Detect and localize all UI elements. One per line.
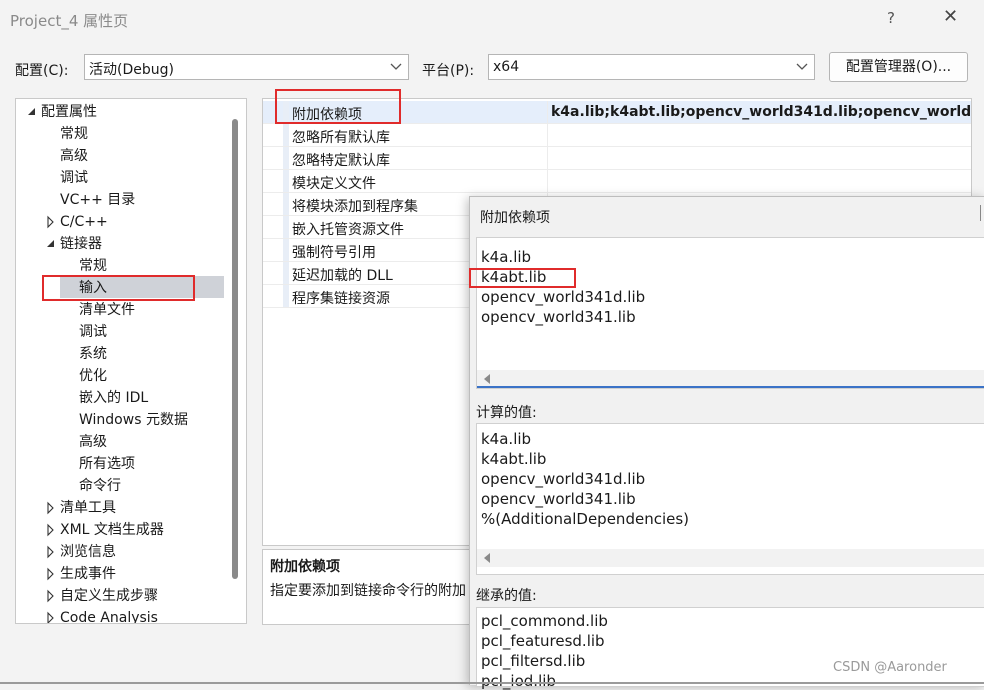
config-label: 配置(C): [15,63,69,79]
tree-item-label: C/C++ [60,214,108,230]
inherited-line: pcl_commond.lib [481,612,608,630]
description-title: 附加依赖项 [270,559,340,575]
tree-item-label: VC++ 目录 [60,192,136,208]
highlight-box-input [42,275,195,301]
property-name: 程序集链接资源 [292,291,390,307]
tree-item-label: 清单文件 [79,302,135,318]
property-name: 嵌入托管资源文件 [292,222,404,238]
edit-hscrollbar[interactable] [477,370,984,388]
property-name: 强制符号引用 [292,245,376,261]
description-text: 指定要添加到链接命令行的附加 [270,583,466,599]
title-bar: Project_4 属性页 ? ✕ [0,0,984,38]
dependencies-edit-box[interactable]: k4a.lib k4abt.lib opencv_world341d.lib o… [476,237,984,389]
platform-label: 平台(P): [422,63,475,79]
property-name: 模块定义文件 [292,176,376,192]
tree-item-label: 自定义生成步骤 [60,588,158,604]
tree-item-label: 链接器 [60,236,102,252]
platform-select[interactable]: x64 [488,54,815,80]
tree-item-label: 调试 [79,324,107,340]
grid-row-ignore-specific-default[interactable]: 忽略特定默认库 [263,147,971,170]
evaluated-line: k4a.lib [481,430,532,448]
tree-item-label: 调试 [60,170,88,186]
platform-select-value: x64 [493,59,520,75]
collapsed-arrow-icon [47,215,54,229]
chevron-down-icon [390,63,402,70]
property-name: 延迟加载的 DLL [292,268,393,284]
evaluated-line: k4abt.lib [481,450,547,468]
tree-item-label: 系统 [79,346,107,362]
evaluated-line: opencv_world341d.lib [481,470,646,488]
tree-item-label: 优化 [79,368,107,384]
tree-item-label: 清单工具 [60,500,116,516]
tree-item-label: 配置属性 [41,104,97,120]
chevron-down-icon [796,63,808,70]
tree-scrollbar[interactable] [232,119,238,579]
help-button[interactable]: ? [887,9,895,27]
evaluated-value-label: 计算的值: [476,405,537,421]
edit-line[interactable]: k4a.lib [481,248,531,266]
edit-line[interactable]: opencv_world341.lib [481,308,636,326]
watermark: CSDN @Aaronder [833,660,947,675]
collapsed-arrow-icon [47,523,54,537]
collapsed-arrow-icon [47,545,54,559]
expanded-arrow-icon [47,240,54,247]
property-name: 忽略特定默认库 [292,153,390,169]
tree-item-label: 生成事件 [60,566,116,582]
config-select-value: 活动(Debug) [89,62,174,78]
property-tree[interactable]: 配置属性 常规 高级 调试 VC++ 目录 C/C++ 链接器 常规 输入 清单… [15,98,247,624]
tree-item-label: 常规 [79,258,107,274]
inherited-line: pcl_featuresd.lib [481,632,605,650]
property-name: 忽略所有默认库 [292,130,390,146]
tree-item-label: XML 文档生成器 [60,522,164,538]
collapsed-arrow-icon [47,501,54,515]
property-name: 将模块添加到程序集 [292,199,418,215]
scroll-left-icon[interactable] [484,374,490,384]
collapsed-arrow-icon [47,611,54,623]
tree-item-label: 浏览信息 [60,544,116,560]
tree-item-label: 常规 [60,126,88,142]
tree-item-label: 嵌入的 IDL [79,390,149,406]
window-title: Project_4 属性页 [10,12,129,30]
evaluated-value-box: k4a.lib k4abt.lib opencv_world341d.lib o… [476,423,984,575]
inherited-value-box: pcl_commond.lib pcl_featuresd.lib pcl_fi… [476,607,984,690]
edit-line[interactable]: opencv_world341d.lib [481,288,645,306]
config-select[interactable]: 活动(Debug) [84,54,409,80]
tree-item-label: 高级 [79,434,107,450]
property-value[interactable]: k4a.lib;k4abt.lib;opencv_world341d.lib;o… [551,104,971,120]
evaluated-hscrollbar[interactable] [477,549,984,567]
inherited-line: pcl_iod.lib [481,672,556,690]
tree-item-label: Code Analysis [60,610,158,624]
inherited-line: pcl_filtersd.lib [481,652,586,670]
focus-underline [477,386,984,388]
collapsed-arrow-icon [47,589,54,603]
evaluated-line: opencv_world341.lib [481,490,636,508]
inherited-value-label: 继承的值: [476,588,537,604]
grid-row-ignore-all-default[interactable]: 忽略所有默认库 [263,124,971,147]
close-button[interactable]: ✕ [943,6,958,27]
collapsed-arrow-icon [47,567,54,581]
highlight-box-k4abt [469,268,576,288]
grid-row-module-def-file[interactable]: 模块定义文件 [263,170,971,193]
evaluated-line: %(AdditionalDependencies) [481,510,690,528]
tree-item-label: 命令行 [79,478,121,494]
highlight-box-additional-deps [275,89,401,124]
tree-item-label: 高级 [60,148,88,164]
tree-item-label: 所有选项 [79,456,135,472]
dialog-title: 附加依赖项 [480,210,550,226]
config-manager-button[interactable]: 配置管理器(O)... [829,52,968,82]
dialog-close-button[interactable] [980,205,984,221]
tree-item-label: Windows 元数据 [79,412,188,428]
expanded-arrow-icon [28,108,35,115]
scroll-left-icon[interactable] [484,553,490,563]
